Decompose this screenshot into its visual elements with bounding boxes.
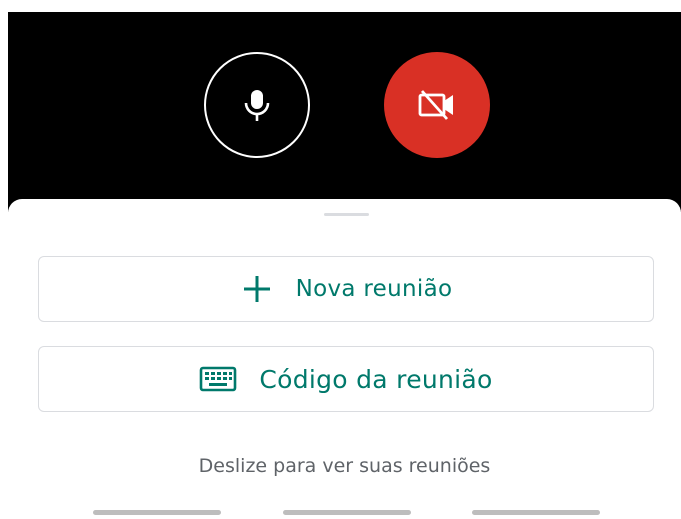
page-indicator — [472, 510, 600, 515]
new-meeting-button[interactable]: Nova reunião — [38, 256, 654, 322]
meeting-code-label: Código da reunião — [259, 364, 493, 394]
microphone-toggle-button[interactable] — [204, 52, 310, 158]
meet-home-screen: Nova reunião Código da reunião Deslize p… — [0, 0, 681, 519]
new-meeting-label: Nova reunião — [295, 276, 453, 302]
videocam-off-icon — [416, 88, 458, 122]
keyboard-icon — [199, 366, 237, 392]
swipe-hint: Deslize para ver suas reuniões — [198, 455, 491, 477]
meeting-code-button[interactable]: Código da reunião — [38, 346, 654, 412]
camera-preview — [8, 12, 681, 212]
drag-handle[interactable] — [324, 213, 369, 216]
plus-icon — [240, 272, 274, 306]
page-indicator — [93, 510, 221, 515]
mic-icon — [242, 88, 272, 122]
camera-toggle-button[interactable] — [384, 52, 490, 158]
page-indicator — [283, 510, 411, 515]
bottom-sheet[interactable]: Nova reunião Código da reunião Deslize p… — [8, 199, 681, 519]
